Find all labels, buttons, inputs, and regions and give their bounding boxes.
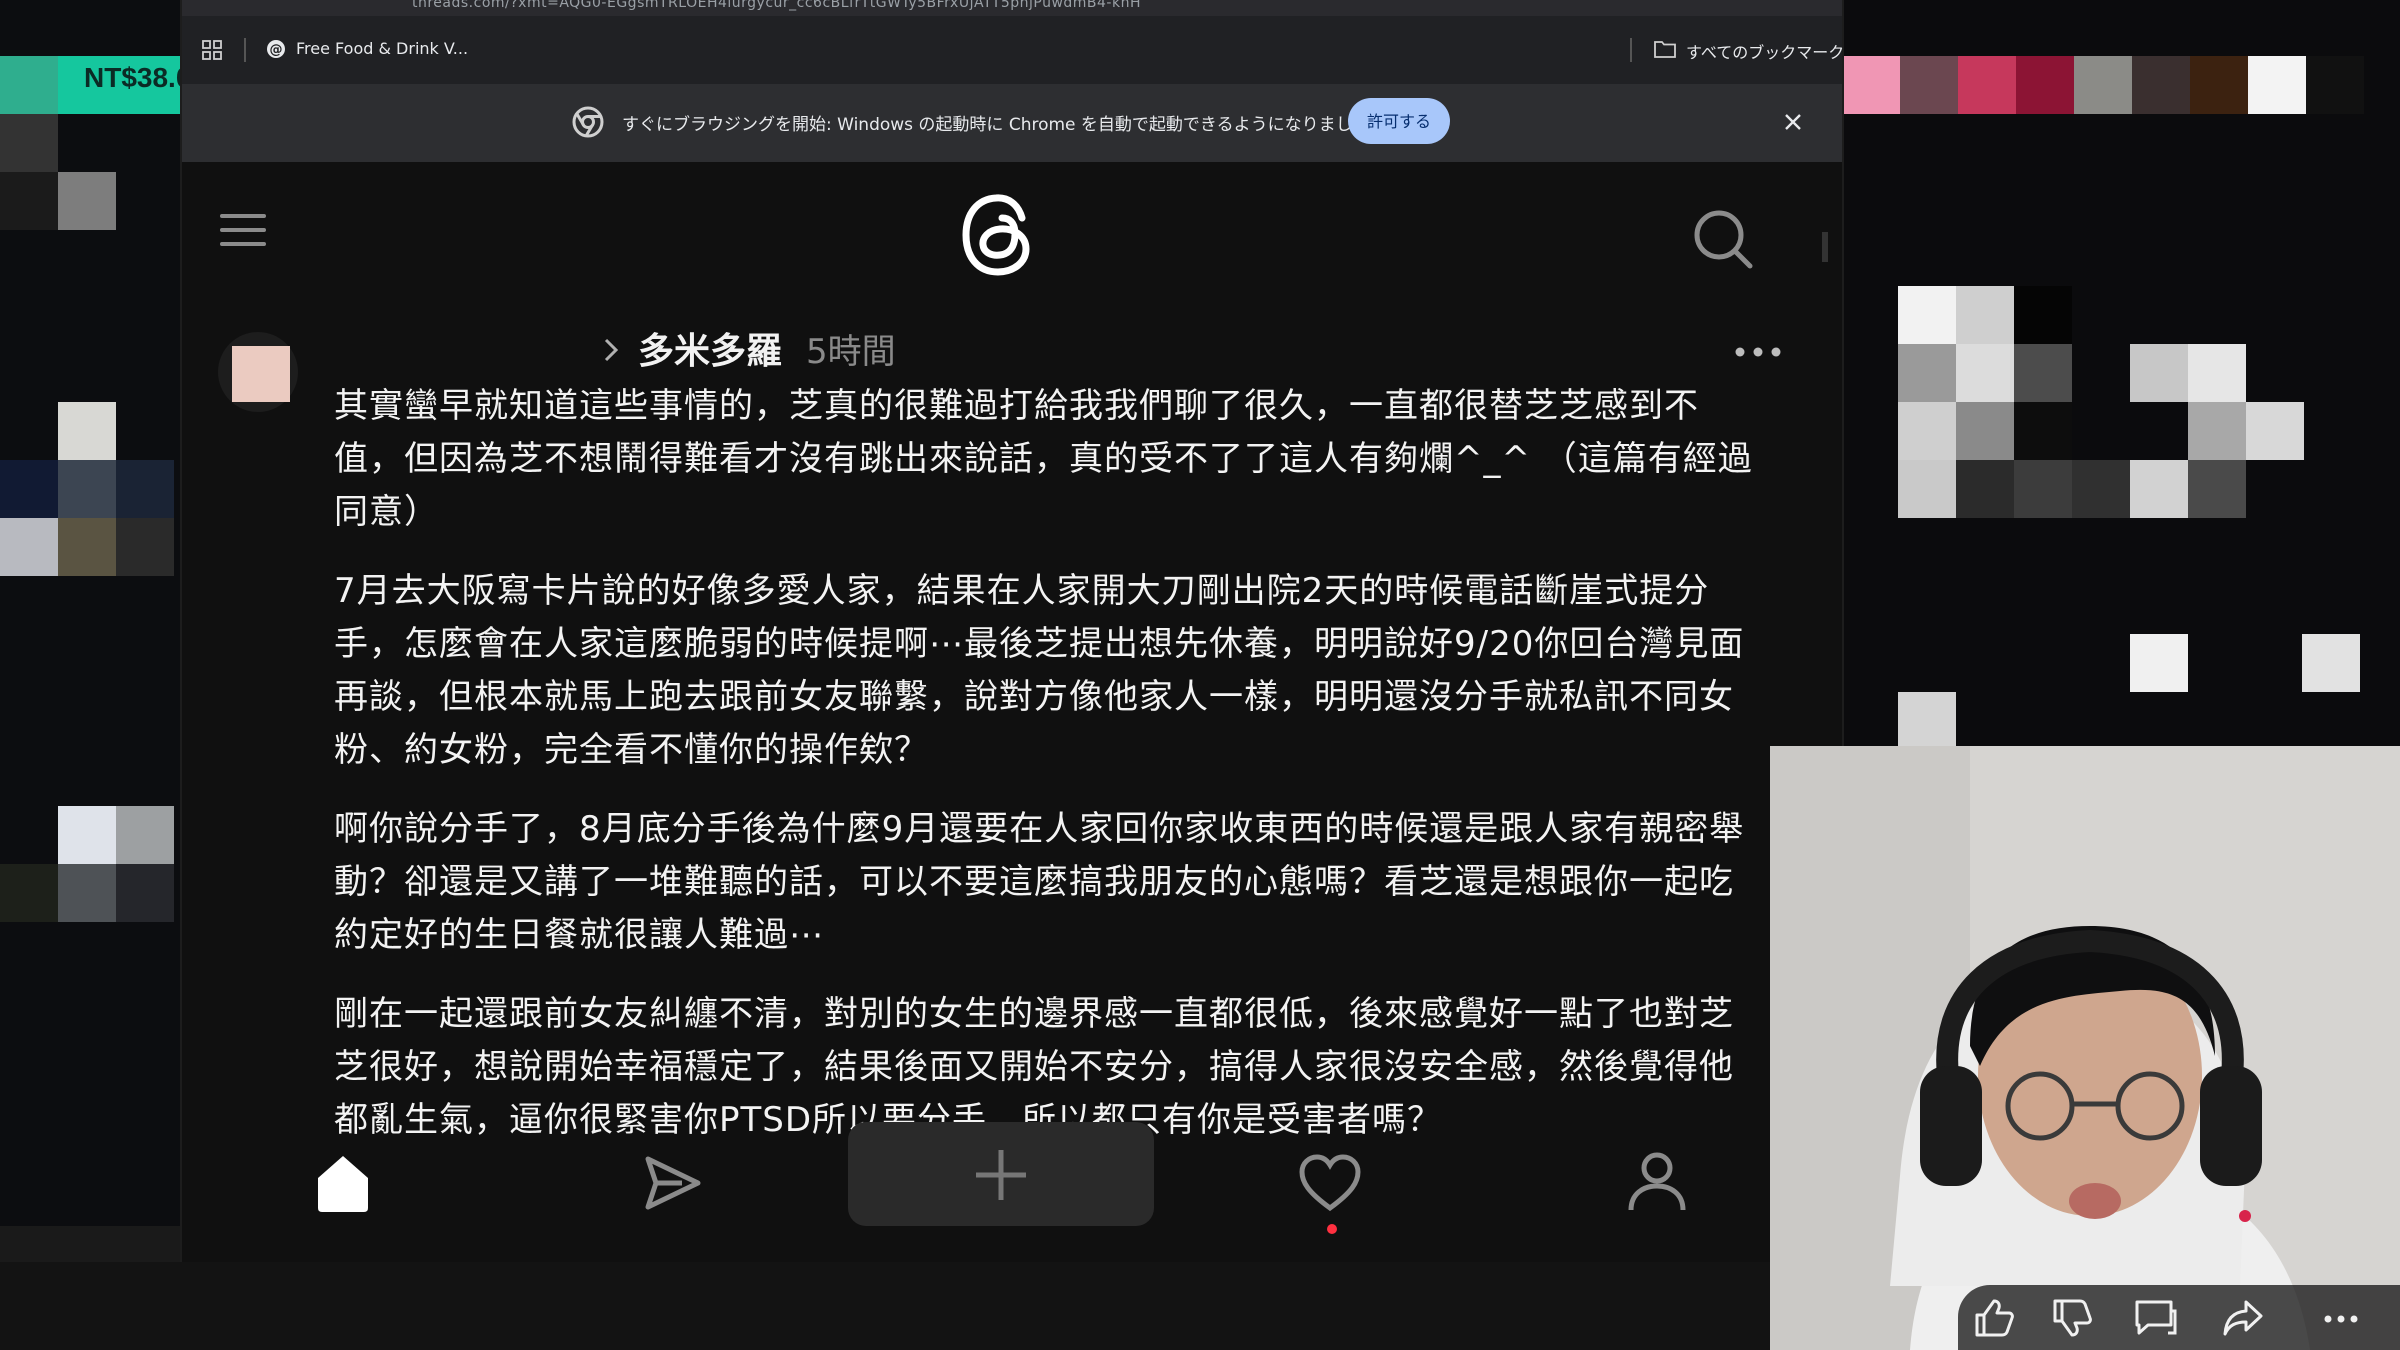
pixelated-left-panel: NT$38.00 xyxy=(0,0,207,1350)
thumbs-up-icon[interactable] xyxy=(1974,1299,2014,1337)
streamer-figure xyxy=(1770,746,2400,1350)
url-text: threads.com/?xmt=AQG0-EGgsmTRLOEH4lurgyc… xyxy=(412,0,1141,11)
infobar-message: すぐにブラウジングを開始: Windows の起動時に Chrome を自動で起… xyxy=(622,115,1387,135)
heart-icon[interactable] xyxy=(1298,1154,1362,1212)
address-bar[interactable]: threads.com/?xmt=AQG0-EGgsmTRLOEH4lurgyc… xyxy=(182,0,1842,16)
video-actions-bar xyxy=(1958,1285,2400,1350)
profile-icon[interactable] xyxy=(1626,1150,1688,1214)
bookmark-divider xyxy=(244,38,246,62)
threads-favicon: @ xyxy=(267,40,285,58)
thumbs-down-icon[interactable] xyxy=(2052,1299,2092,1337)
close-icon[interactable] xyxy=(1784,113,1802,131)
post-time: 5時間 xyxy=(806,332,896,372)
bottom-nav xyxy=(182,1122,1812,1262)
avatar[interactable] xyxy=(218,332,298,412)
menu-icon[interactable] xyxy=(220,212,266,248)
desktop-taskbar xyxy=(0,1262,1770,1350)
bookmark-divider-right xyxy=(1630,38,1632,62)
threads-app: 多米多羅 5時間 其實蠻早就知道這些事情的，芝真的很難過打給我我們聊了很久，一直… xyxy=(182,162,1828,1262)
chrome-icon xyxy=(572,106,604,138)
folder-icon xyxy=(1654,41,1676,58)
chevron-right-icon xyxy=(604,338,619,362)
home-icon[interactable] xyxy=(312,1152,374,1214)
window-edge xyxy=(1822,232,1828,262)
post-paragraph: 7月去大阪寫卡片說的好像多愛人家，結果在人家開大刀剛出院2天的時候電話斷崖式提分… xyxy=(334,571,1745,770)
avatar-pixel xyxy=(232,346,290,402)
pixelated-right-panel xyxy=(1842,0,2400,746)
search-icon[interactable] xyxy=(1692,208,1754,270)
post-author[interactable]: 多米多羅 xyxy=(638,322,782,374)
bookmark-label: Free Food & Drink V... xyxy=(296,39,469,58)
allow-button[interactable]: 許可する xyxy=(1348,98,1450,144)
comments-icon[interactable] xyxy=(2134,1299,2178,1339)
new-post-button[interactable] xyxy=(848,1122,1154,1226)
svg-text:@: @ xyxy=(270,43,283,58)
more-options-icon[interactable] xyxy=(1734,346,1782,358)
browser-window: threads.com/?xmt=AQG0-EGgsmTRLOEH4lurgyc… xyxy=(182,0,1844,1262)
webcam-overlay xyxy=(1770,746,2400,1350)
post-body: 其實蠻早就知道這些事情的，芝真的很難過打給我我們聊了很久，一直都很替芝芝感到不值… xyxy=(334,380,1762,1173)
all-bookmarks[interactable]: すべてのブックマーク xyxy=(1654,36,1844,64)
more-actions-icon[interactable] xyxy=(2324,1315,2358,1323)
post-paragraph: 其實蠻早就知道這些事情的，芝真的很難過打給我我們聊了很久，一直都很替芝芝感到不值… xyxy=(334,386,1753,532)
chrome-infobar: すぐにブラウジングを開始: Windows の起動時に Chrome を自動で起… xyxy=(182,84,1842,162)
notification-dot xyxy=(1327,1224,1337,1234)
plus-icon xyxy=(976,1150,1026,1200)
post-paragraph: 啊你說分手了，8月底分手後為什麼9月還要在人家回你家收東西的時候還是跟人家有親密… xyxy=(334,809,1745,955)
all-bookmarks-label: すべてのブックマーク xyxy=(1686,43,1845,62)
apps-grid-icon[interactable] xyxy=(202,40,222,60)
send-icon[interactable] xyxy=(642,1154,704,1212)
threads-logo-icon[interactable] xyxy=(960,192,1040,278)
bookmarks-bar: @ Free Food & Drink V... すべてのブックマーク xyxy=(182,16,1844,84)
share-icon[interactable] xyxy=(2222,1299,2264,1337)
